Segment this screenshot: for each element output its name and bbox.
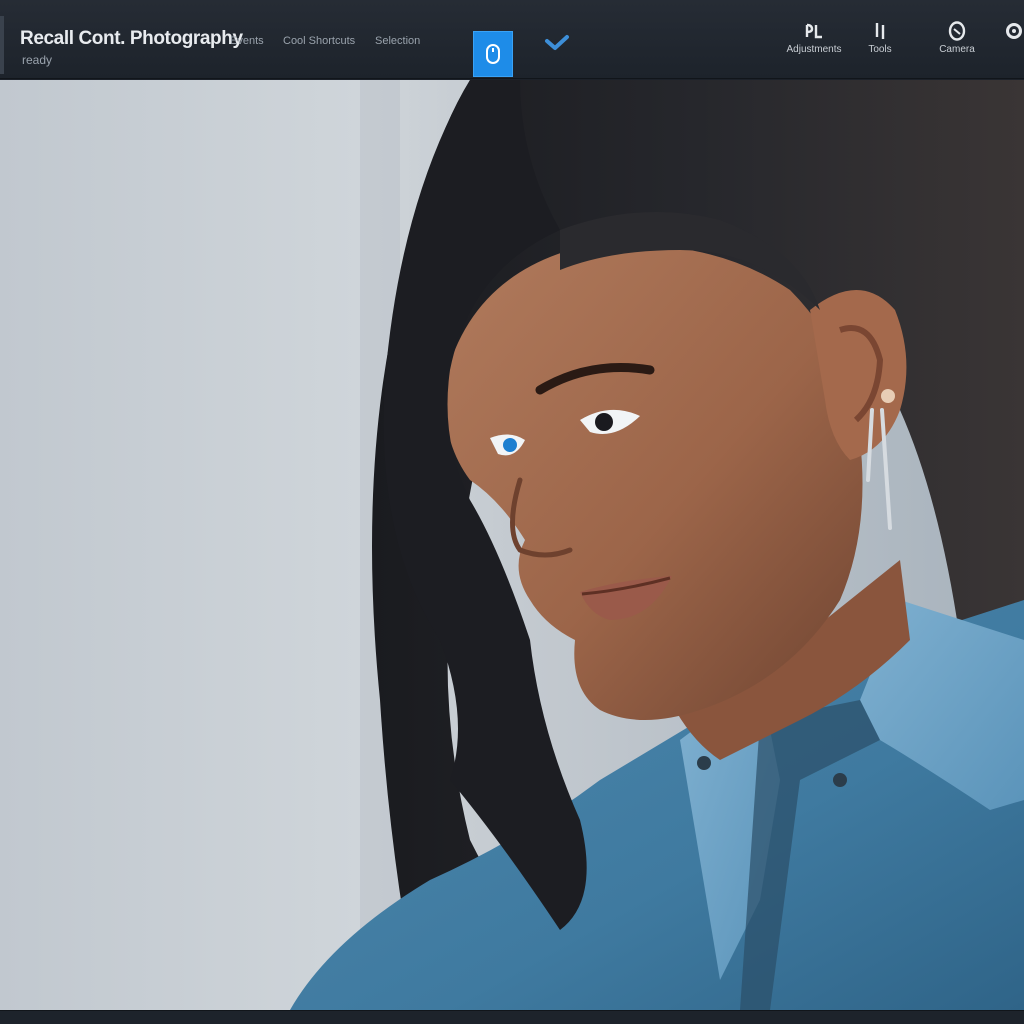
image-canvas[interactable]: [0, 80, 1024, 1010]
crop-icon: [875, 23, 885, 39]
primary-action-button[interactable]: [473, 31, 513, 77]
tool-tools[interactable]: Tools: [857, 20, 903, 64]
brush-icon: [805, 23, 822, 39]
face-icon: [948, 21, 966, 41]
app-title: Recall Cont. Photography: [20, 28, 243, 49]
tool-label: Camera: [939, 44, 975, 55]
mouse-icon: [486, 44, 500, 64]
tool-label: Tools: [868, 44, 892, 55]
checkmark-icon: [545, 35, 569, 50]
nav-item-shortcuts[interactable]: Cool Shortcuts: [283, 35, 355, 47]
tool-camera[interactable]: Camera: [932, 20, 982, 64]
window-edge: [0, 16, 4, 74]
photo-portrait: [0, 80, 1024, 1010]
status-text: ready: [22, 53, 53, 67]
tool-adjustments[interactable]: Adjustments: [778, 20, 850, 64]
top-toolbar: Recall Cont. Photography ready Events Co…: [0, 0, 1024, 79]
confirm-button[interactable]: [540, 30, 574, 56]
gear-icon: [1006, 23, 1022, 39]
status-bar: [0, 1010, 1024, 1024]
settings-button[interactable]: [1002, 20, 1024, 64]
nav-item-selection[interactable]: Selection: [375, 35, 420, 47]
photo-editor-window: Recall Cont. Photography ready Events Co…: [0, 0, 1024, 1024]
nav-item-events[interactable]: Events: [230, 35, 264, 47]
tool-label: Adjustments: [786, 44, 842, 55]
